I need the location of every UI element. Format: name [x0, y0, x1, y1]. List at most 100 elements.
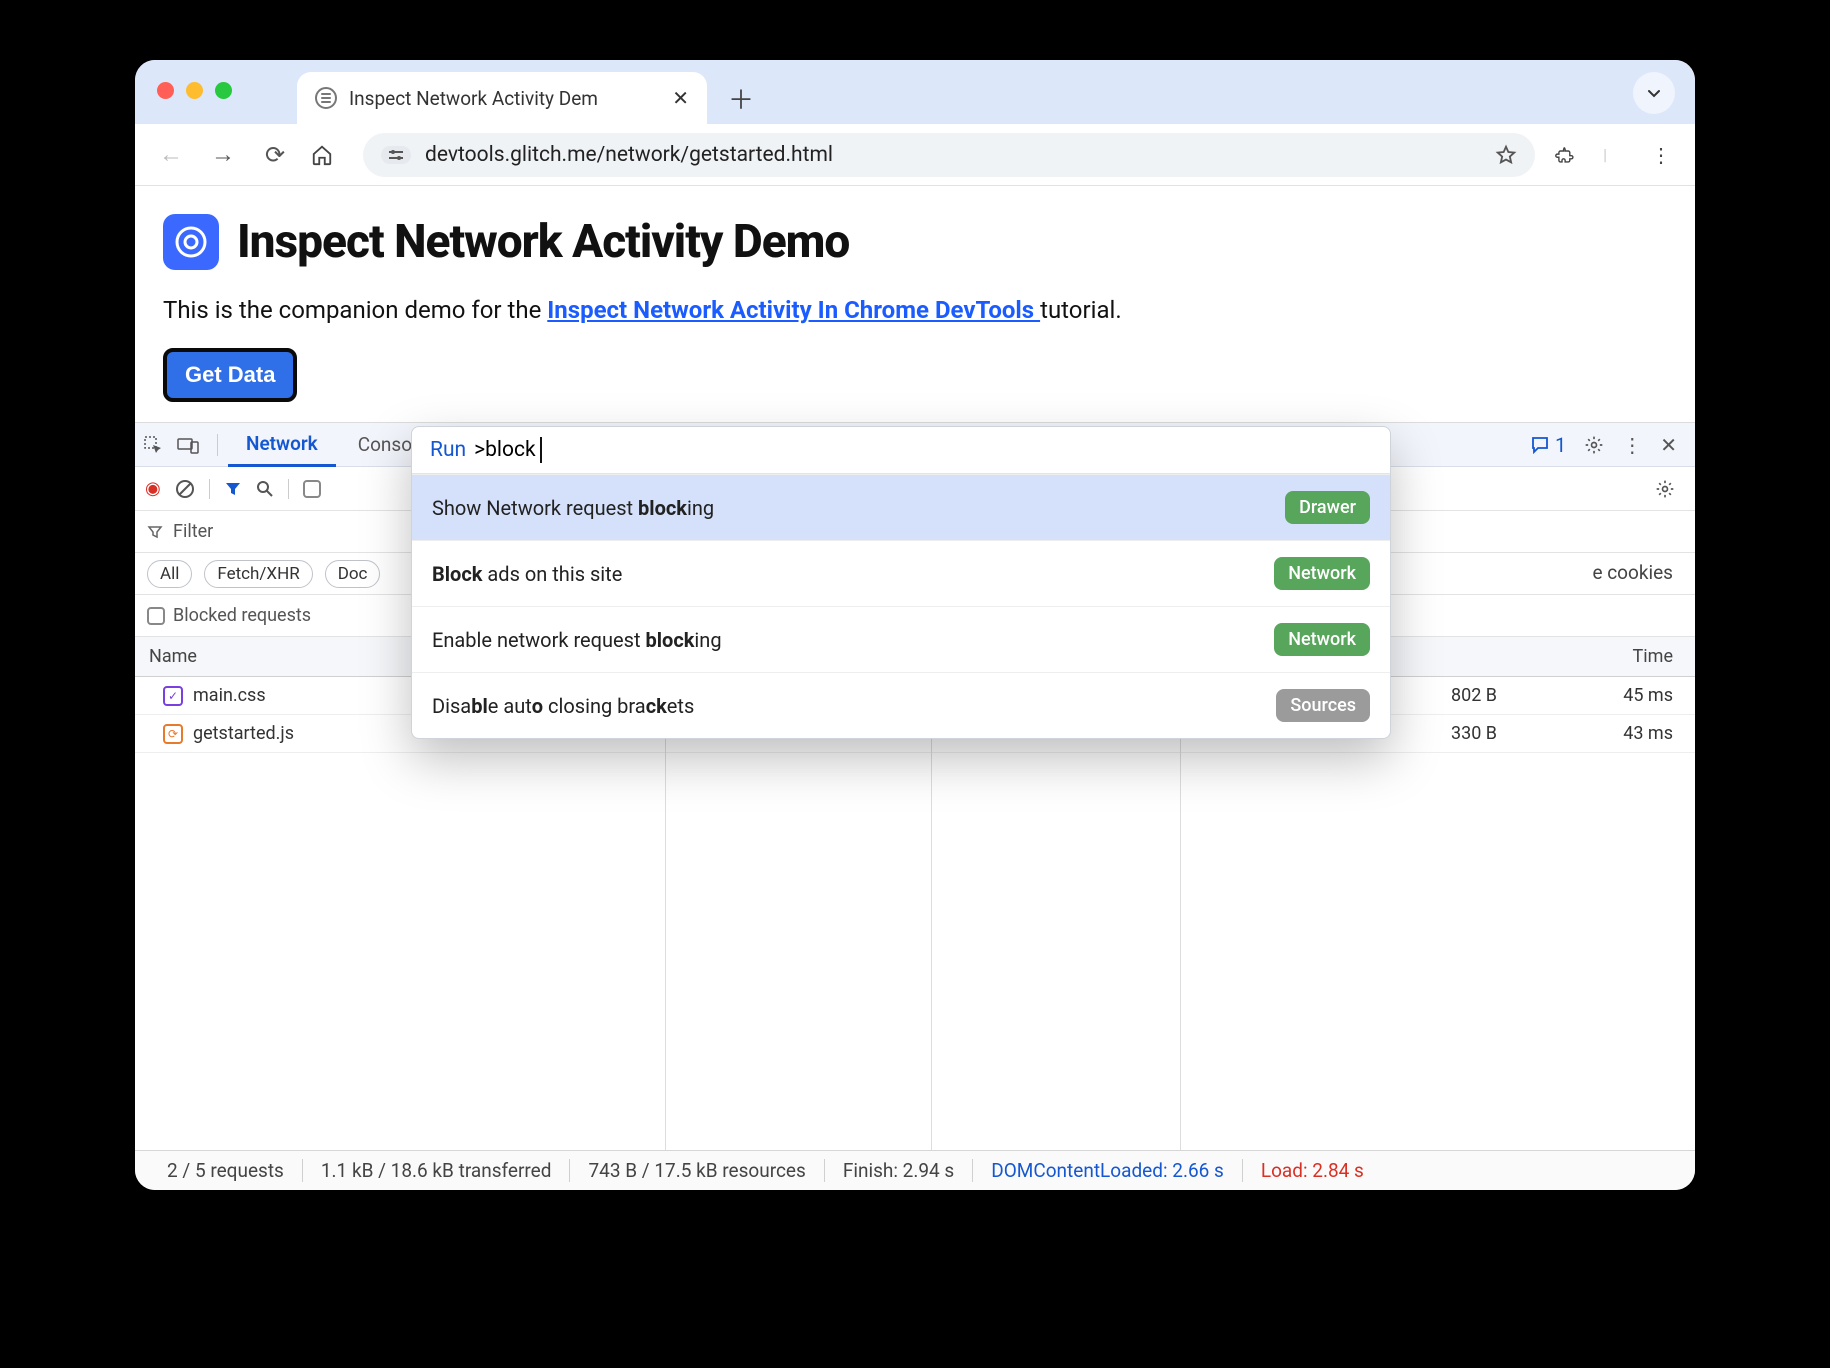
command-item[interactable]: Disable auto closing brackets Sources: [412, 672, 1390, 738]
get-data-button[interactable]: Get Data: [163, 348, 297, 402]
devtools-settings-button[interactable]: [1584, 435, 1604, 455]
divider: [217, 434, 218, 456]
file-name: getstarted.js: [193, 723, 294, 744]
minimize-window-button[interactable]: [186, 82, 203, 99]
pill-fetch-xhr[interactable]: Fetch/XHR: [204, 560, 312, 588]
file-js-icon: ⟳: [163, 724, 183, 744]
command-item-label: Show Network request blocking: [432, 496, 714, 520]
devtools-status-bar: 2 / 5 requests 1.1 kB / 18.6 kB transfer…: [135, 1150, 1695, 1190]
devices-icon: [177, 436, 199, 454]
status-dcl: DOMContentLoaded: 2.66 s: [973, 1159, 1243, 1182]
maximize-window-button[interactable]: [215, 82, 232, 99]
funnel-outline-icon: [147, 524, 163, 540]
cookies-text-fragment: e cookies: [1592, 561, 1673, 584]
divider: [288, 479, 289, 499]
site-info-button[interactable]: [381, 146, 411, 164]
devtools-icon: [171, 222, 211, 262]
chat-icon: [1531, 436, 1549, 454]
tab-strip: Inspect Network Activity Dem ✕ ＋: [135, 60, 1695, 124]
back-button[interactable]: ←: [155, 140, 187, 169]
search-button[interactable]: [256, 480, 274, 498]
browser-toolbar: ← → ⟳ devtools.glitch.me/network/getstar…: [135, 124, 1695, 186]
text-caret: [540, 437, 542, 463]
globe-icon: [315, 87, 337, 109]
col-time[interactable]: Time: [1515, 637, 1695, 676]
gear-icon: [1584, 435, 1604, 455]
home-button[interactable]: [311, 144, 343, 166]
filter-input[interactable]: Filter: [173, 521, 213, 542]
command-input[interactable]: >block: [474, 438, 536, 462]
tutorial-link[interactable]: Inspect Network Activity In Chrome DevTo…: [547, 296, 1040, 324]
new-tab-button[interactable]: ＋: [721, 78, 761, 118]
command-item[interactable]: Block ads on this site Network: [412, 540, 1390, 606]
url-text: devtools.glitch.me/network/getstarted.ht…: [425, 143, 833, 167]
col-size[interactable]: [1385, 637, 1515, 676]
toolbar-separator: |: [1603, 145, 1607, 164]
command-item-badge: Network: [1274, 557, 1370, 590]
issues-count: 1: [1555, 433, 1566, 457]
command-input-row: Run >block: [412, 427, 1390, 474]
address-bar[interactable]: devtools.glitch.me/network/getstarted.ht…: [363, 133, 1535, 177]
browser-tab[interactable]: Inspect Network Activity Dem ✕: [297, 72, 707, 124]
network-settings-button[interactable]: [1655, 479, 1685, 499]
tabs-dropdown-button[interactable]: [1633, 72, 1675, 114]
file-time: 43 ms: [1515, 723, 1695, 744]
record-button[interactable]: ◉: [145, 478, 161, 499]
chevron-down-icon: [1646, 85, 1662, 101]
inspect-icon: [143, 435, 163, 455]
issues-button[interactable]: 1: [1531, 433, 1566, 457]
file-css-icon: ✓: [163, 686, 183, 706]
command-prefix: Run: [430, 438, 466, 462]
puzzle-icon: [1555, 144, 1577, 166]
close-window-button[interactable]: [157, 82, 174, 99]
intro-text-after: tutorial.: [1040, 296, 1122, 324]
intro-text-before: This is the companion demo for the: [163, 296, 547, 324]
page-logo: [163, 214, 219, 270]
status-finish: Finish: 2.94 s: [825, 1159, 973, 1182]
bookmark-button[interactable]: [1495, 144, 1517, 166]
tab-title: Inspect Network Activity Dem: [349, 87, 598, 110]
status-resources: 743 B / 17.5 kB resources: [570, 1159, 824, 1182]
file-name: main.css: [193, 685, 266, 706]
page-content: Inspect Network Activity Demo This is th…: [135, 186, 1695, 423]
file-size: 802 B: [1385, 685, 1515, 706]
command-item-label: Block ads on this site: [432, 562, 622, 586]
blocked-requests-label: Blocked requests: [173, 605, 311, 626]
extensions-button[interactable]: [1555, 144, 1583, 166]
device-toolbar-button[interactable]: [177, 436, 207, 454]
devtools-menu-button[interactable]: ⋮: [1622, 433, 1642, 457]
filter-toggle-button[interactable]: [224, 480, 242, 498]
command-item[interactable]: Show Network request blocking Drawer: [412, 474, 1390, 540]
page-intro: This is the companion demo for the Inspe…: [163, 296, 1667, 324]
file-time: 45 ms: [1515, 685, 1695, 706]
reload-button[interactable]: ⟳: [259, 141, 291, 169]
command-menu: Run >block Show Network request blocking…: [411, 426, 1391, 739]
tune-icon: [387, 148, 405, 162]
status-transferred: 1.1 kB / 18.6 kB transferred: [303, 1159, 571, 1182]
status-load: Load: 2.84 s: [1243, 1159, 1382, 1182]
forward-button[interactable]: →: [207, 140, 239, 169]
devtools-close-button[interactable]: ✕: [1660, 433, 1677, 457]
command-item-badge: Sources: [1276, 689, 1370, 722]
page-title: Inspect Network Activity Demo: [237, 215, 849, 269]
tab-network[interactable]: Network: [228, 424, 336, 467]
chrome-window: Inspect Network Activity Dem ✕ ＋ ← → ⟳ d…: [135, 60, 1695, 1190]
blocked-requests-checkbox[interactable]: [147, 607, 165, 625]
window-controls: [157, 82, 232, 99]
command-item-badge: Network: [1274, 623, 1370, 656]
pill-doc[interactable]: Doc: [325, 560, 381, 588]
gear-icon: [1655, 479, 1675, 499]
command-item-label: Enable network request blocking: [432, 628, 722, 652]
command-item[interactable]: Enable network request blocking Network: [412, 606, 1390, 672]
preserve-log-checkbox[interactable]: [303, 480, 321, 498]
chrome-menu-button[interactable]: ⋮: [1647, 143, 1675, 167]
pill-all[interactable]: All: [147, 560, 192, 588]
inspect-element-button[interactable]: [143, 435, 173, 455]
status-requests: 2 / 5 requests: [149, 1159, 303, 1182]
file-size: 330 B: [1385, 723, 1515, 744]
close-tab-button[interactable]: ✕: [672, 86, 689, 110]
command-item-label: Disable auto closing brackets: [432, 694, 694, 718]
funnel-icon: [224, 480, 242, 498]
command-item-badge: Drawer: [1285, 491, 1370, 524]
clear-button[interactable]: [175, 479, 195, 499]
